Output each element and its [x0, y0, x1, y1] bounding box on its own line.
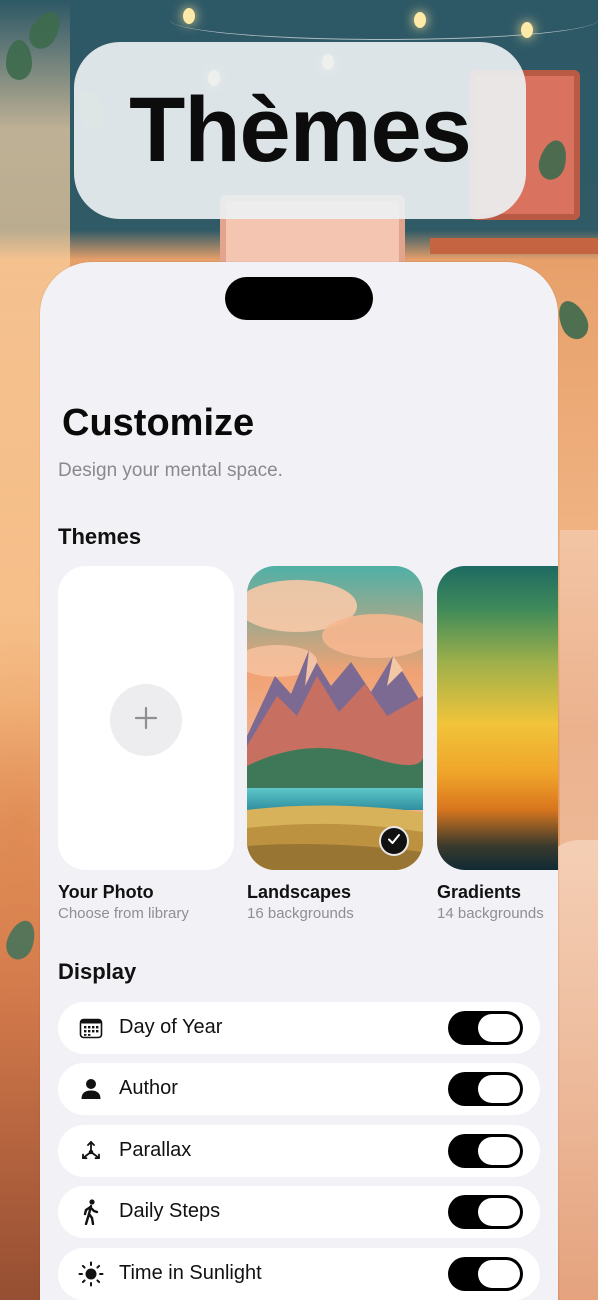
- light-bulb: [521, 22, 533, 38]
- theme-card-landscapes[interactable]: [247, 566, 423, 870]
- landscape-thumbnail: [247, 566, 423, 870]
- daily-steps-toggle[interactable]: [448, 1195, 523, 1229]
- light-bulb: [414, 12, 426, 28]
- display-row-label: Time in Sunlight: [119, 1262, 262, 1284]
- day-of-year-toggle[interactable]: [448, 1011, 523, 1045]
- theme-card-description: 14 backgrounds: [437, 905, 544, 922]
- leaf: [6, 40, 32, 80]
- walking-icon: [78, 1199, 104, 1225]
- screen-title: Customize: [62, 402, 255, 444]
- phone-screen: Customize Design your mental space. Them…: [40, 262, 558, 1300]
- calendar-icon: [78, 1015, 104, 1041]
- person-icon: [78, 1076, 104, 1102]
- theme-card-description: Choose from library: [58, 905, 189, 922]
- time-in-sunlight-toggle[interactable]: [448, 1257, 523, 1291]
- display-row-label: Daily Steps: [119, 1200, 221, 1222]
- toggle-knob: [478, 1137, 520, 1165]
- author-toggle[interactable]: [448, 1072, 523, 1106]
- display-row-parallax: Parallax: [58, 1125, 540, 1177]
- display-row-label: Day of Year: [119, 1016, 223, 1038]
- display-row-label: Parallax: [119, 1139, 192, 1161]
- toggle-knob: [478, 1198, 520, 1226]
- toggle-knob: [478, 1014, 520, 1042]
- title-banner: Thèmes: [74, 42, 526, 219]
- selected-badge: [379, 826, 409, 856]
- themes-section-label: Themes: [58, 524, 142, 549]
- wall-shelf: [430, 238, 598, 254]
- sun-icon: [78, 1261, 104, 1287]
- screen-subtitle: Design your mental space.: [58, 460, 283, 481]
- parallax-icon: [78, 1138, 104, 1164]
- add-photo-button[interactable]: [110, 684, 182, 756]
- leaf: [552, 296, 594, 344]
- display-row-label: Author: [119, 1077, 178, 1099]
- display-row-daily-steps: Daily Steps: [58, 1186, 540, 1238]
- theme-card-name: Gradients: [437, 882, 522, 902]
- page-title: Thèmes: [129, 79, 472, 181]
- string-lights: [170, 0, 598, 40]
- display-row-day-of-year: Day of Year: [58, 1002, 540, 1054]
- toggle-knob: [478, 1260, 520, 1288]
- theme-card-gradients[interactable]: [437, 566, 558, 870]
- theme-card-your-photo[interactable]: [58, 566, 234, 870]
- checkmark-icon: [386, 831, 402, 852]
- theme-card-name: Landscapes: [247, 882, 352, 902]
- display-row-time-in-sunlight: Time in Sunlight: [58, 1248, 540, 1300]
- theme-card-name: Your Photo: [58, 882, 154, 902]
- theme-card-description: 16 backgrounds: [247, 905, 354, 922]
- display-section-label: Display: [58, 959, 137, 984]
- toggle-knob: [478, 1075, 520, 1103]
- display-row-author: Author: [58, 1063, 540, 1115]
- parallax-toggle[interactable]: [448, 1134, 523, 1168]
- dynamic-island: [225, 277, 373, 320]
- plus-icon: [134, 706, 158, 735]
- light-bulb: [183, 8, 195, 24]
